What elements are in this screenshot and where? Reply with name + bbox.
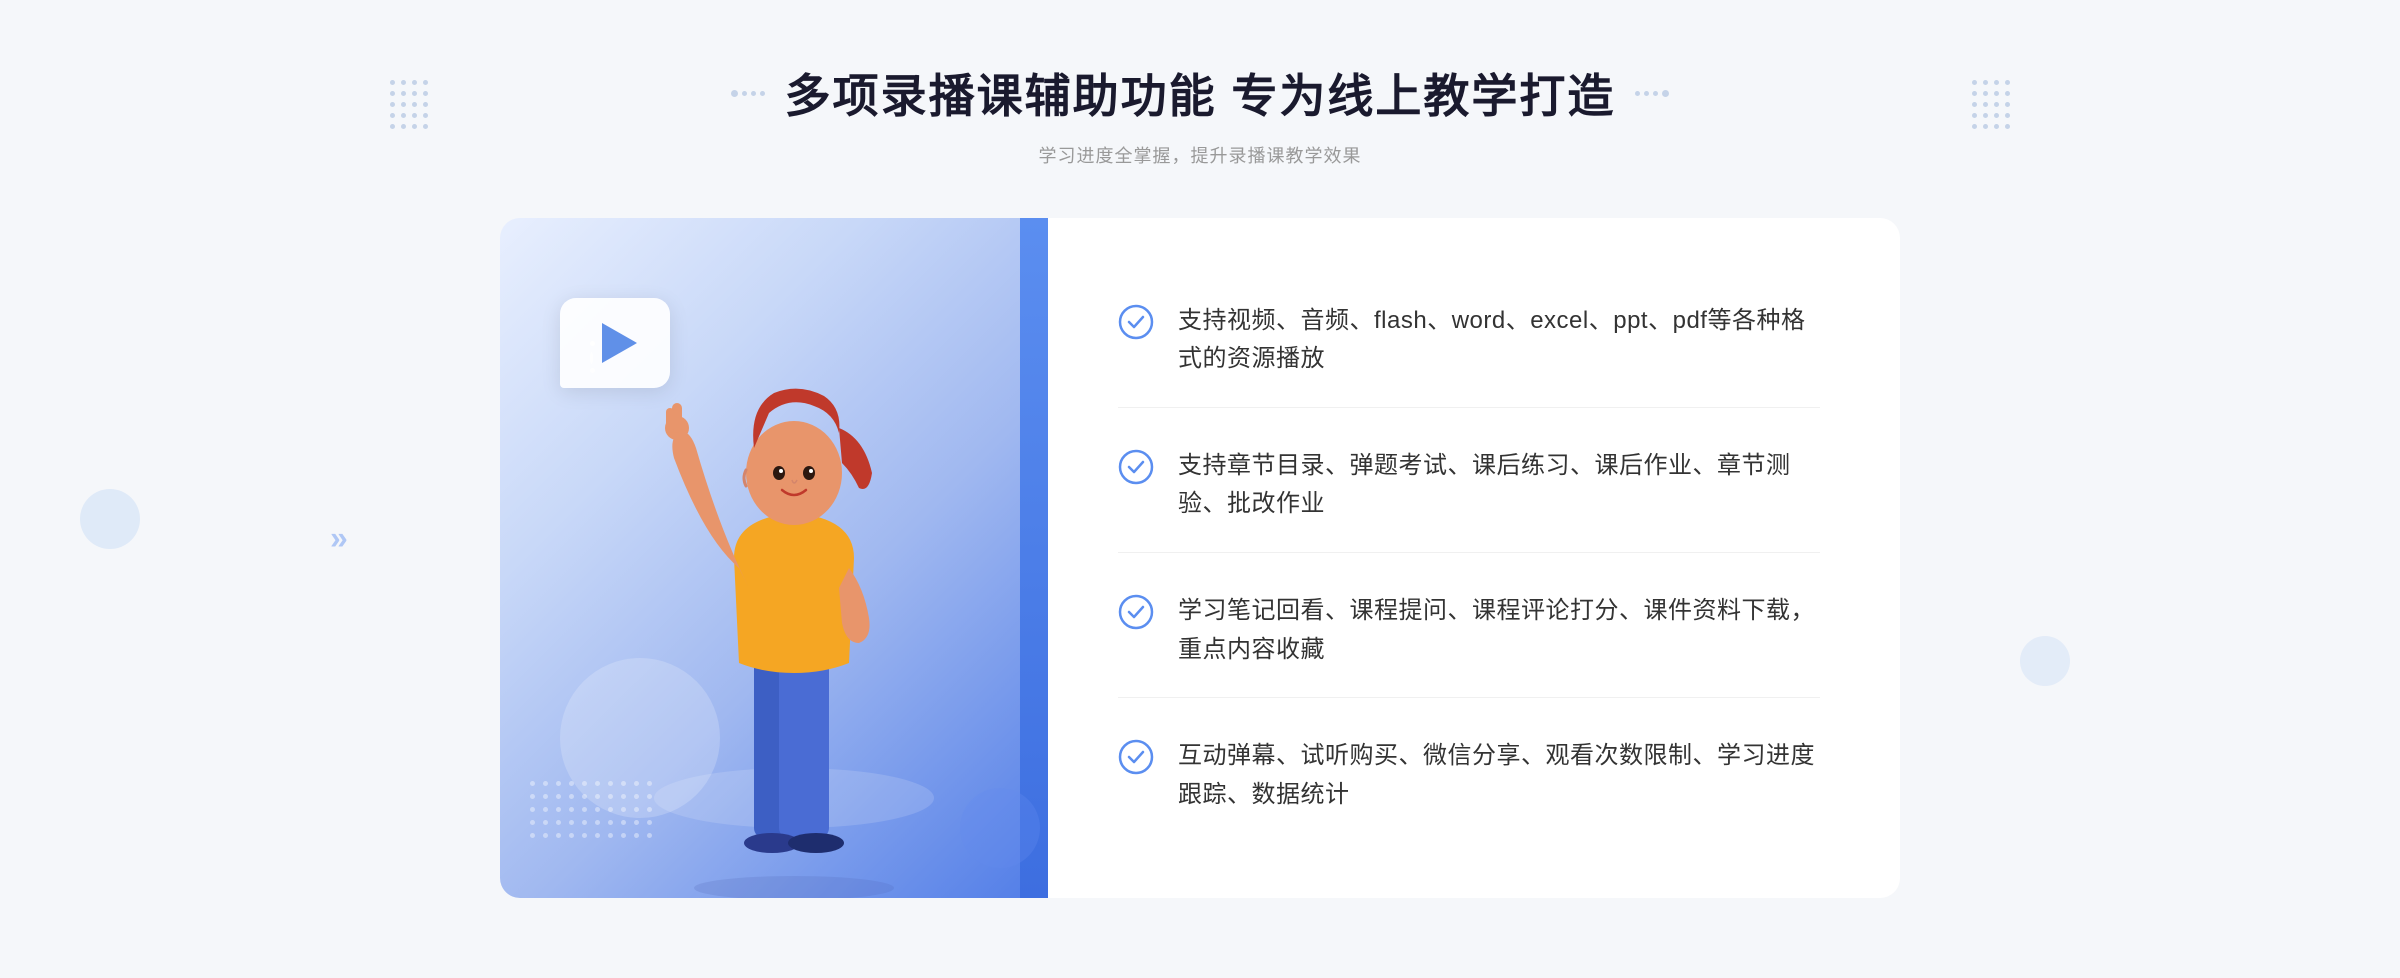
feature-item-3: 学习笔记回看、课程提问、课程评论打分、课件资料下载，重点内容收藏 (1118, 564, 1820, 698)
illustration-panel (500, 218, 1020, 898)
feature-item-2: 支持章节目录、弹题考试、课后练习、课后作业、章节测验、批改作业 (1118, 419, 1820, 553)
left-deco-circle (80, 489, 140, 549)
check-icon-3 (1118, 594, 1154, 630)
page-container: 多项录播课辅助功能 专为线上教学打造 学习进度全掌握，提升录播课教学效果 (0, 0, 2400, 978)
sub-title: 学习进度全掌握，提升录播课教学效果 (1039, 142, 1362, 168)
deco-circle-medium (960, 788, 1040, 868)
feature-item-4: 互动弹幕、试听购买、微信分享、观看次数限制、学习进度跟踪、数据统计 (1118, 709, 1820, 842)
right-deco-circle (2020, 636, 2070, 686)
check-icon-1 (1118, 304, 1154, 340)
check-icon-2 (1118, 449, 1154, 485)
left-title-decoration (731, 90, 765, 97)
feature-text-4: 互动弹幕、试听购买、微信分享、观看次数限制、学习进度跟踪、数据统计 (1178, 737, 1820, 814)
title-row: 多项录播课辅助功能 专为线上教学打造 (731, 60, 1670, 126)
person-illustration (624, 318, 964, 898)
main-title: 多项录播课辅助功能 专为线上教学打造 (785, 60, 1616, 126)
header-section: 多项录播课辅助功能 专为线上教学打造 学习进度全掌握，提升录播课教学效果 (0, 60, 2400, 168)
content-area: 支持视频、音频、flash、word、excel、ppt、pdf等各种格式的资源… (500, 218, 1900, 898)
right-title-decoration (1635, 90, 1669, 97)
feature-text-3: 学习笔记回看、课程提问、课程评论打分、课件资料下载，重点内容收藏 (1178, 592, 1820, 669)
check-icon-4 (1118, 739, 1154, 775)
left-chevron-decoration: » (330, 519, 348, 556)
feature-text-2: 支持章节目录、弹题考试、课后练习、课后作业、章节测验、批改作业 (1178, 447, 1820, 524)
feature-item-1: 支持视频、音频、flash、word、excel、ppt、pdf等各种格式的资源… (1118, 274, 1820, 408)
features-panel: 支持视频、音频、flash、word、excel、ppt、pdf等各种格式的资源… (1048, 218, 1900, 898)
feature-text-1: 支持视频、音频、flash、word、excel、ppt、pdf等各种格式的资源… (1178, 302, 1820, 379)
